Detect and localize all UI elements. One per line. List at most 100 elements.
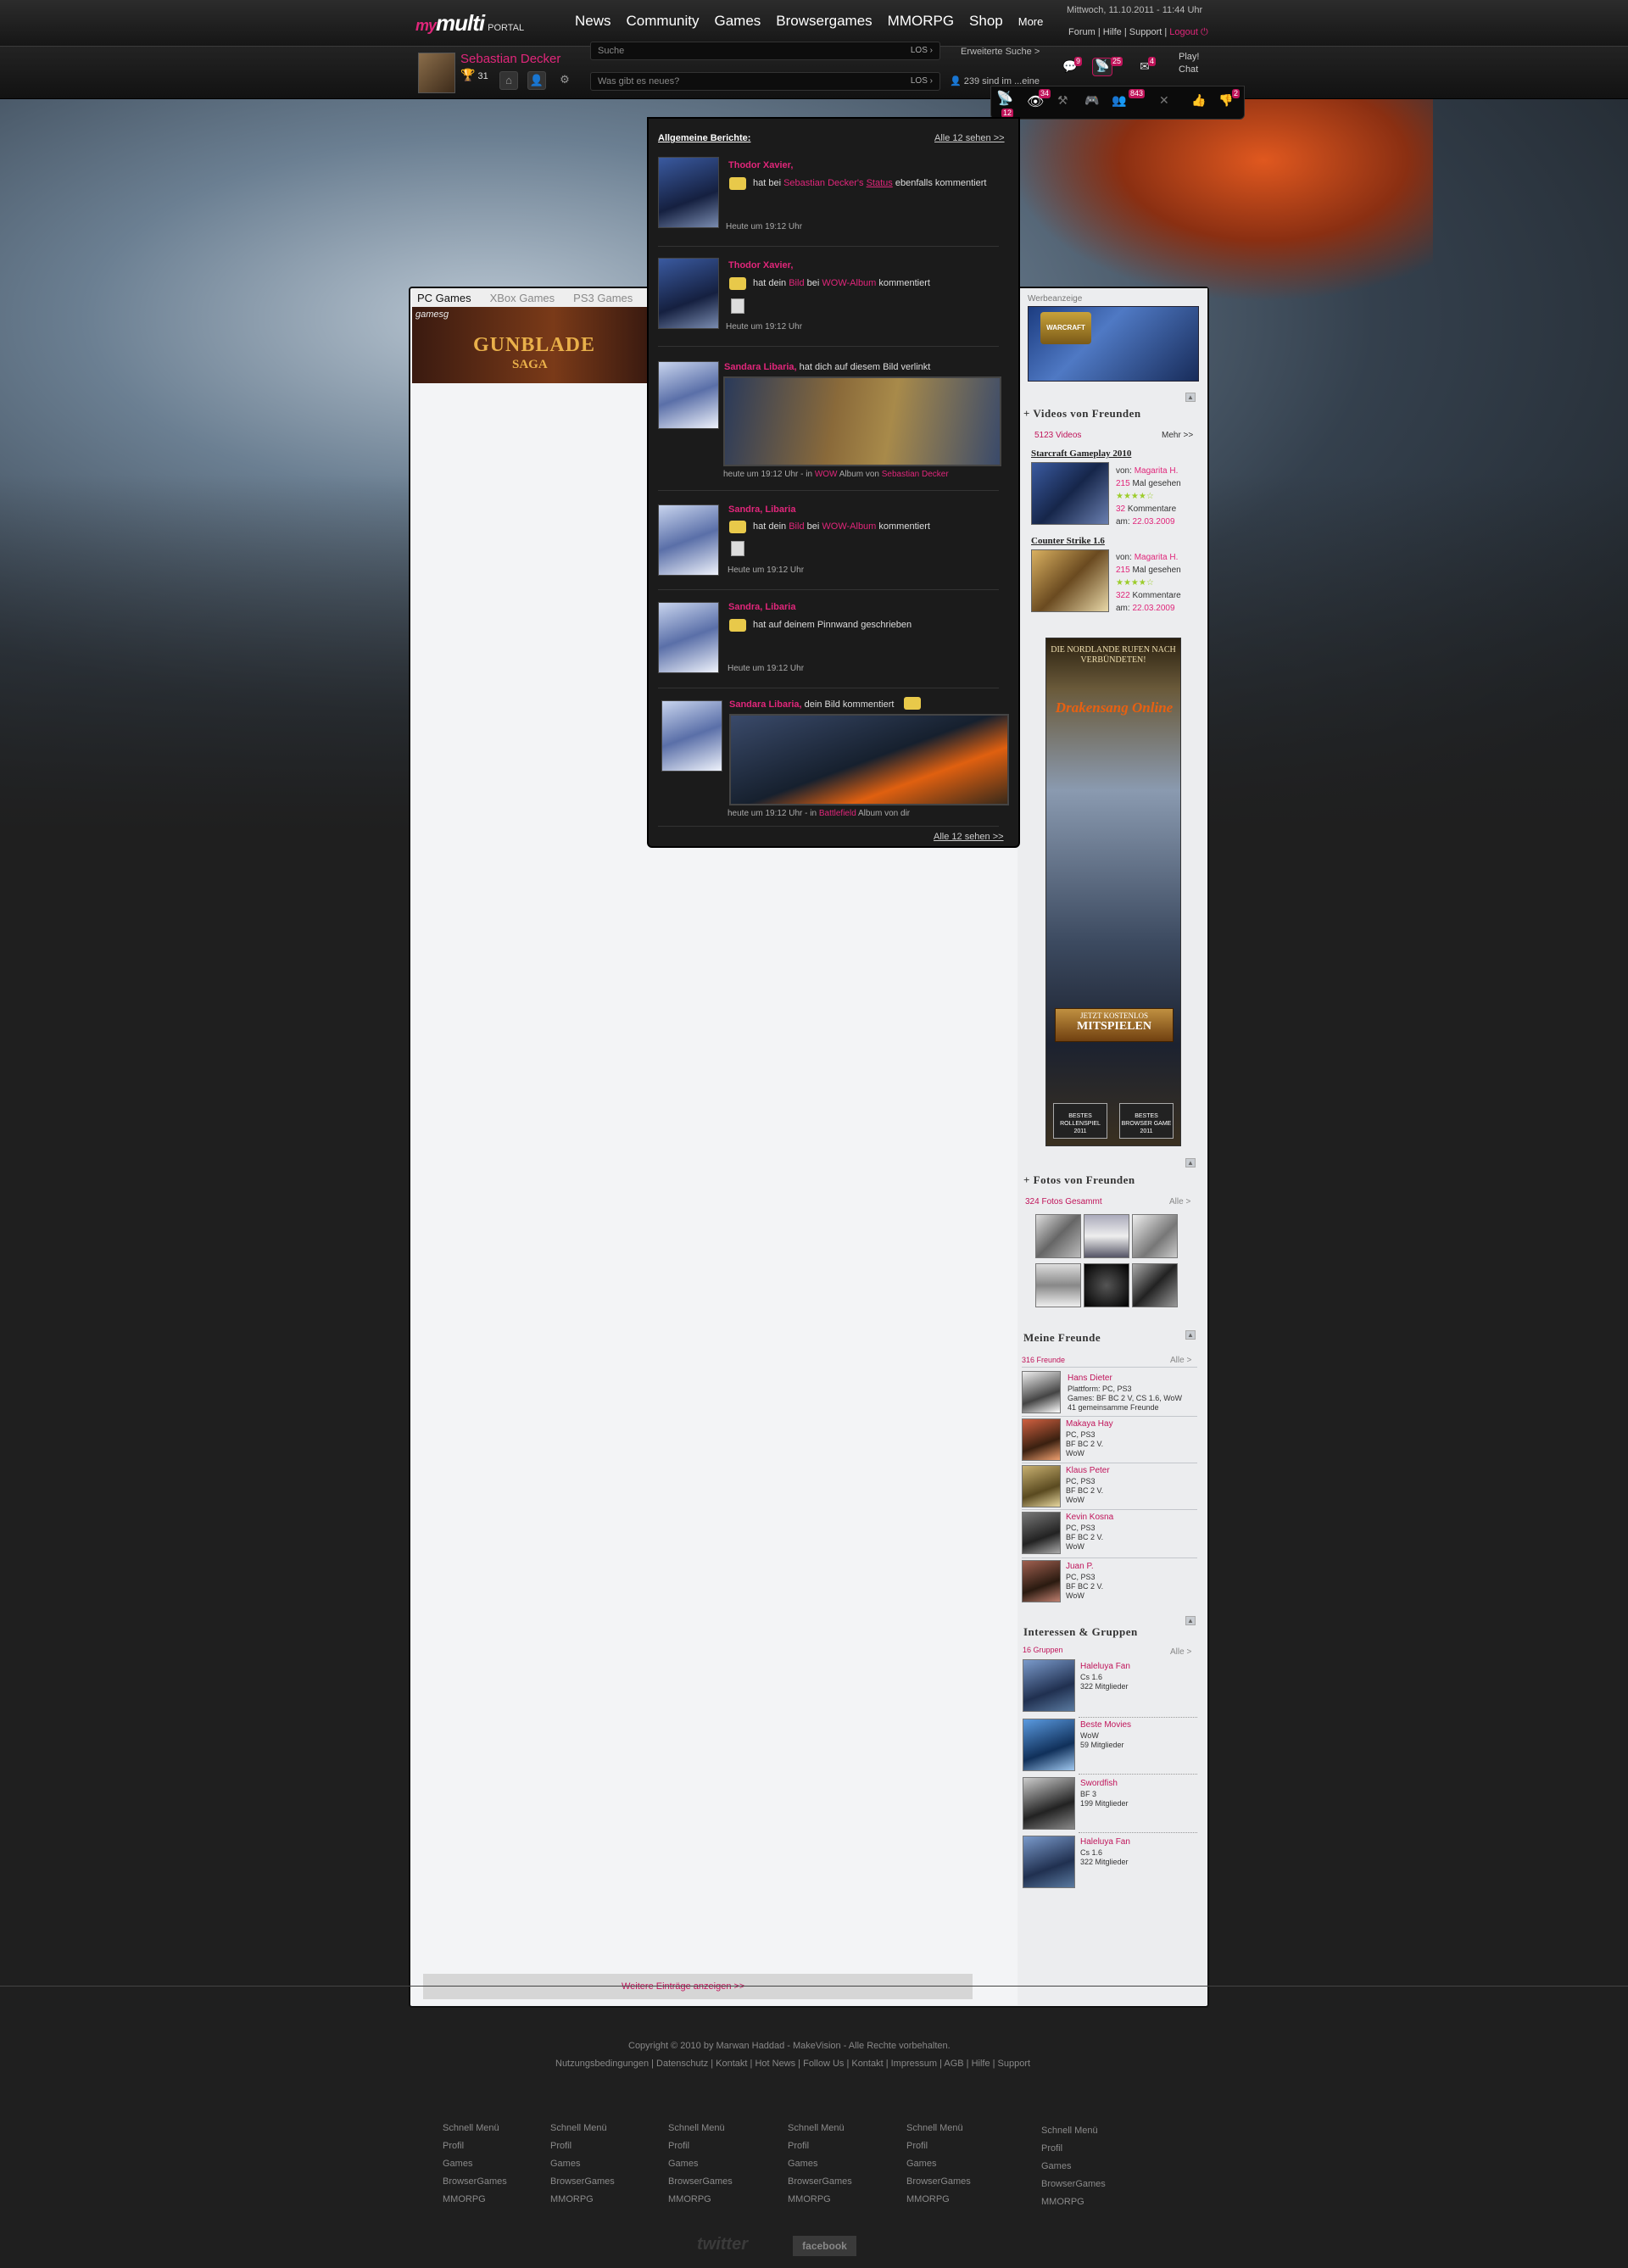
status-go-button[interactable]: LOS › [911,76,933,86]
footer-link[interactable]: BrowserGames [668,2173,733,2191]
swords-icon[interactable]: ✕ [1159,93,1169,108]
footer-link[interactable]: BrowserGames [788,2173,852,2191]
group-thumb[interactable] [1023,1777,1075,1830]
antenna-icon[interactable]: 📡 [996,90,1013,107]
footer-link[interactable]: Schnell Menü [668,2120,733,2137]
footer-link[interactable]: Profil [443,2137,507,2155]
nav-mmorpg[interactable]: MMORPG [888,13,954,30]
nav-community[interactable]: Community [627,13,700,30]
footer-link[interactable]: BrowserGames [1041,2176,1106,2193]
group-thumb[interactable] [1023,1836,1075,1888]
friend-name[interactable]: Kevin Kosna [1066,1513,1113,1522]
logout-link[interactable]: Logout [1169,27,1198,37]
play-chat[interactable]: Play! Chat [1179,51,1199,76]
footer-link[interactable]: BrowserGames [443,2173,507,2191]
notification-author[interactable]: Sandra, Libaria [728,602,795,612]
friends-all-link[interactable]: Alle > [1170,1356,1191,1365]
photos-all-link[interactable]: Alle > [1169,1197,1190,1206]
facebook-logo[interactable]: facebook [793,2236,856,2256]
collapse-friends-icon[interactable]: ▲ [1185,1330,1196,1340]
profile-icon[interactable]: 👤 [527,71,546,90]
friend-name[interactable]: Makaya Hay [1066,1419,1113,1429]
support-link[interactable]: Support [1129,27,1162,37]
thumbs-up-icon[interactable]: 👍 [1191,93,1206,108]
hilfe-link[interactable]: Hilfe [1103,27,1122,37]
notification-avatar[interactable] [658,504,719,576]
footer-link[interactable]: Games [668,2155,733,2173]
tab-pc-games[interactable]: PC Games [412,288,471,307]
group-thumb[interactable] [1023,1719,1075,1771]
notification-avatar[interactable] [658,258,719,329]
footer-link[interactable]: MMORPG [550,2191,615,2209]
user-name[interactable]: Sebastian Decker [460,52,560,66]
play-free-button[interactable]: JETZT KOSTENLOS MITSPIELEN [1055,1008,1174,1042]
footer-link[interactable]: MMORPG [906,2191,971,2209]
power-icon[interactable]: ⏻ [1201,27,1208,37]
footer-link[interactable]: Profil [1041,2140,1106,2158]
friend-name[interactable]: Hans Dieter [1068,1374,1112,1383]
group-name[interactable]: Haleluya Fan [1080,1662,1130,1671]
footer-link[interactable]: Games [443,2155,507,2173]
notification-avatar[interactable] [661,700,722,772]
search-field[interactable]: Suche LOS › [590,42,940,60]
commented-image[interactable] [729,714,1009,805]
friend-avatar[interactable] [1022,1418,1061,1461]
notification-avatar[interactable] [658,361,719,429]
twitter-logo[interactable]: twitter [697,2235,748,2254]
collapse-groups-icon[interactable]: ▲ [1185,1616,1196,1625]
search-go-button[interactable]: LOS › [911,46,933,55]
notification-avatar[interactable] [658,157,719,228]
friend-photo[interactable] [1132,1263,1178,1307]
group-thumb[interactable] [1023,1659,1075,1712]
footer-link[interactable]: Profil [788,2137,852,2155]
tab-xbox-games[interactable]: XBox Games [485,288,555,307]
group-name[interactable]: Swordfish [1080,1779,1118,1788]
video-title[interactable]: Counter Strike 1.6 [1031,536,1105,546]
collapse-photos-icon[interactable]: ▲ [1185,1158,1196,1167]
footer-links[interactable]: Nutzungsbedingungen | Datenschutz | Kont… [555,2059,1030,2069]
forum-link[interactable]: Forum [1068,27,1096,37]
wow-advert[interactable]: WARCRAFT [1028,306,1199,382]
nav-news[interactable]: News [575,13,611,30]
gamepad-icon[interactable]: 🎮 [1084,93,1099,108]
footer-link[interactable]: Schnell Menü [443,2120,507,2137]
video-title[interactable]: Starcraft Gameplay 2010 [1031,449,1131,459]
friend-avatar[interactable] [1022,1560,1061,1602]
drakensang-advert[interactable]: DIE NORDLANDE RUFEN NACH VERBÜNDETEN! Dr… [1045,638,1181,1146]
cross-tools-icon[interactable]: ⚒ [1057,93,1068,108]
nav-shop[interactable]: Shop [969,13,1003,30]
groups-all-link[interactable]: Alle > [1170,1647,1191,1657]
home-icon[interactable]: ⌂ [499,71,518,90]
friend-photo[interactable] [1084,1263,1129,1307]
tagged-image[interactable] [723,376,1001,466]
footer-link[interactable]: BrowserGames [550,2173,615,2191]
collapse-videos-icon[interactable]: ▲ [1185,393,1196,402]
user-avatar[interactable] [418,53,455,93]
chat-link[interactable]: Chat [1179,64,1199,76]
friend-avatar[interactable] [1022,1465,1061,1507]
footer-link[interactable]: Games [550,2155,615,2173]
notification-author[interactable]: Thodor Xavier, [728,260,793,270]
footer-link[interactable]: MMORPG [1041,2193,1106,2211]
videos-more-link[interactable]: Mehr >> [1162,431,1193,440]
video-thumb[interactable] [1031,549,1109,612]
notification-avatar[interactable] [658,602,719,673]
play-link[interactable]: Play! [1179,51,1199,64]
status-input[interactable]: Was gibt es neues? LOS › [590,72,940,91]
nav-browsergames[interactable]: Browsergames [776,13,872,30]
notifications-antenna-icon[interactable]: 📡 [1092,58,1112,76]
footer-link[interactable]: Schnell Menü [1041,2122,1106,2140]
see-all-link[interactable]: Alle 12 sehen >> [934,133,1005,143]
settings-gear-icon[interactable]: ⚙ [555,71,574,90]
footer-link[interactable]: Games [906,2155,971,2173]
friends-icon[interactable]: 👥 [1112,93,1126,108]
footer-link[interactable]: Schnell Menü [906,2120,971,2137]
see-all-link-bottom[interactable]: Alle 12 sehen >> [934,832,1004,842]
footer-link[interactable]: Games [788,2155,852,2173]
footer-link[interactable]: Schnell Menü [550,2120,615,2137]
footer-link[interactable]: Schnell Menü [788,2120,852,2137]
notification-author[interactable]: Sandra, Libaria [728,504,795,515]
group-name[interactable]: Haleluya Fan [1080,1837,1130,1847]
footer-link[interactable]: Games [1041,2158,1106,2176]
advanced-search-link[interactable]: Erweiterte Suche > [961,47,1040,57]
